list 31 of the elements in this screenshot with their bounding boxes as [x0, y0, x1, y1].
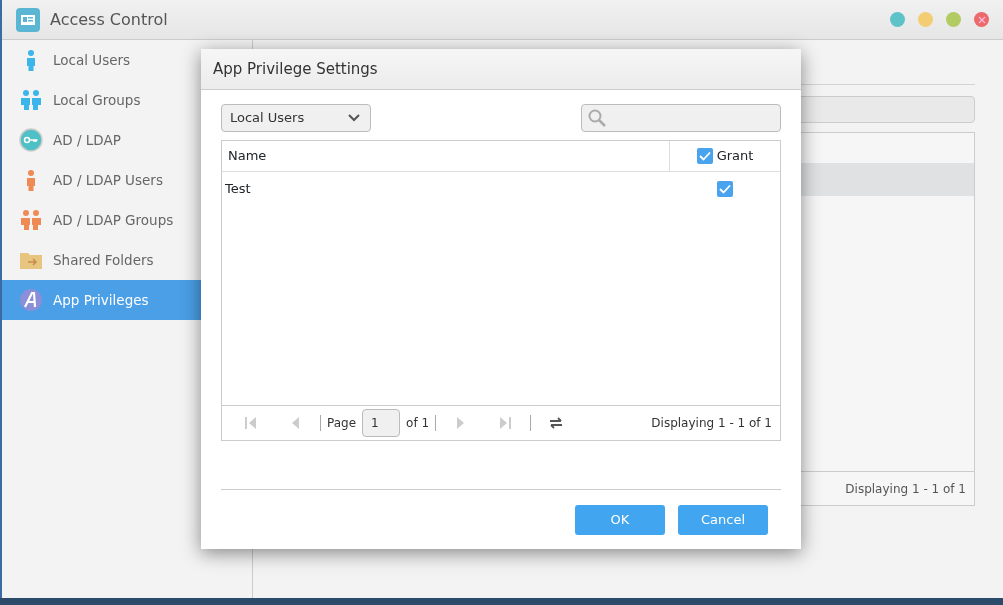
close-button[interactable] — [974, 12, 989, 27]
checkbox[interactable] — [696, 148, 713, 164]
chevron-down-icon — [348, 114, 360, 122]
window-title: Access Control — [50, 8, 168, 31]
minimize-button[interactable] — [890, 12, 905, 27]
restore-button[interactable] — [946, 12, 961, 27]
key-icon — [19, 128, 43, 152]
two-people-icon — [19, 208, 43, 232]
sidebar-item[interactable]: AD / LDAP Groups — [2, 200, 252, 240]
close-icon — [977, 15, 986, 24]
column-header[interactable]: Name — [228, 146, 267, 166]
page-count: of 1 — [406, 415, 430, 432]
checkbox[interactable] — [717, 181, 733, 197]
last-page-icon[interactable] — [498, 416, 513, 430]
page-field[interactable]: 1 — [362, 409, 401, 437]
search-icon — [588, 109, 606, 127]
app-logo-icon — [16, 7, 40, 32]
letter-a-icon — [19, 288, 43, 312]
table-cell-text: Test — [224, 180, 252, 199]
dialog-title: App Privilege Settings — [213, 58, 378, 80]
search-field[interactable] — [581, 104, 781, 132]
filter-dropdown[interactable]: Local Users — [221, 104, 371, 132]
column-header[interactable]: Grant — [716, 146, 754, 166]
sidebar-item[interactable]: Shared Folders — [2, 240, 252, 280]
first-page-icon[interactable] — [244, 416, 258, 430]
background-status-text: Displaying 1 - 1 of 1 — [845, 480, 966, 498]
maximize-button[interactable] — [918, 12, 933, 27]
page-label: Page — [327, 415, 357, 432]
pager-status: Displaying 1 - 1 of 1 — [651, 415, 772, 432]
refresh-icon[interactable] — [549, 416, 564, 430]
two-people-icon — [19, 88, 43, 112]
